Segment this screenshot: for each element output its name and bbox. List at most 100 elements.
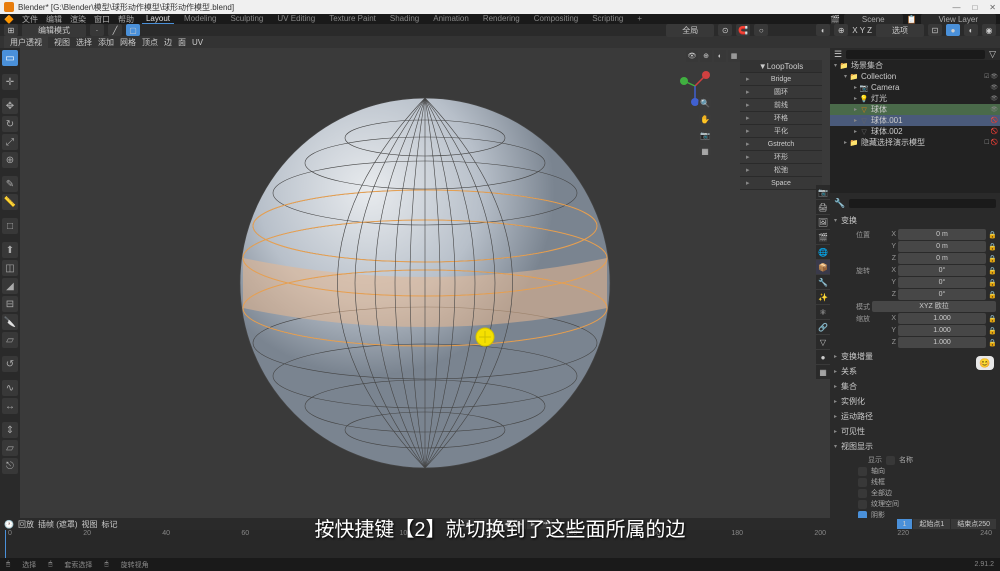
proptab-particles[interactable]: ✨ (816, 290, 830, 304)
minimize-button[interactable]: — (952, 3, 960, 12)
tab-sculpting[interactable]: Sculpting (226, 14, 267, 24)
scene-icon[interactable]: 🎬 (830, 15, 840, 24)
tool-smooth[interactable]: ∿ (2, 380, 18, 396)
tl-current-frame[interactable]: 1 (897, 519, 913, 529)
viewport-display-header[interactable]: 视图显示 (841, 441, 873, 452)
tool-cursor[interactable]: ✛ (2, 74, 18, 90)
menu-render[interactable]: 渲染 (70, 14, 86, 25)
props-search[interactable] (849, 199, 996, 208)
rot-y-field[interactable]: 0° (898, 277, 986, 288)
emoji-widget[interactable]: 😊 (976, 356, 994, 370)
maximize-button[interactable]: □ (972, 3, 977, 12)
overlays-toggle[interactable]: ◐ (816, 24, 830, 36)
check-texspace[interactable] (858, 500, 867, 509)
tool-annotate[interactable]: ✎ (2, 176, 18, 192)
vertex-mode-button[interactable]: · (90, 24, 104, 36)
tool-rotate[interactable]: ↻ (2, 116, 18, 132)
tl-keying[interactable]: 插帧 (遮罩) (38, 519, 78, 530)
tl-end-frame[interactable]: 结束点 250 (951, 519, 996, 529)
pos-y-field[interactable]: 0 m (898, 241, 986, 252)
pan-button[interactable]: ✋ (698, 112, 712, 126)
tool-shrink[interactable]: ⇕ (2, 422, 18, 438)
outliner-hidden-coll[interactable]: 隐藏选择演示模型 (861, 137, 925, 148)
outliner-sphere[interactable]: 球体 (871, 104, 887, 115)
delta-header[interactable]: 变换增量 (841, 351, 873, 362)
menu-vertex[interactable]: 顶点 (142, 37, 158, 48)
tool-shear[interactable]: ▱ (2, 440, 18, 456)
perspective-button[interactable]: ▦ (698, 144, 712, 158)
proptab-texture[interactable]: ▦ (816, 365, 830, 379)
tool-rip[interactable]: ⎋ (2, 458, 18, 474)
options-dropdown[interactable]: 选项 (876, 24, 924, 37)
check-alledges[interactable] (858, 489, 867, 498)
menu-file[interactable]: 文件 (22, 14, 38, 25)
relations-header[interactable]: 关系 (841, 366, 857, 377)
tab-shading[interactable]: Shading (386, 14, 423, 24)
visibility-header[interactable]: 可见性 (841, 426, 865, 437)
outliner-camera[interactable]: Camera (871, 83, 899, 92)
looptools-loft[interactable]: ▸环格 (740, 112, 822, 124)
zoom-button[interactable]: 🔍 (698, 96, 712, 110)
tool-inset[interactable]: ◫ (2, 260, 18, 276)
tab-texture[interactable]: Texture Paint (325, 14, 380, 24)
menu-mesh[interactable]: 网格 (120, 37, 136, 48)
tool-scale[interactable]: ⤢ (2, 134, 18, 150)
check-shadow[interactable] (858, 511, 867, 519)
snap-icon[interactable]: 🧲 (736, 24, 750, 36)
proptab-modifiers[interactable]: 🔧 (816, 275, 830, 289)
tool-extrude[interactable]: ⬆ (2, 242, 18, 258)
tool-transform[interactable]: ⊕ (2, 152, 18, 168)
view-overlays-toggle[interactable]: ◐ (714, 50, 726, 62)
orientation-selector[interactable]: 全局 (666, 24, 714, 37)
npanel-title[interactable]: LoopTools (767, 62, 803, 71)
editor-type-icon[interactable]: ⊞ (4, 24, 18, 36)
proptab-render[interactable]: 📷 (816, 185, 830, 199)
rot-x-field[interactable]: 0° (898, 265, 986, 276)
outliner-lamp[interactable]: 灯光 (871, 93, 887, 104)
tool-select-box[interactable]: ▭ (2, 50, 18, 66)
proptab-viewlayer[interactable]: 🖼 (816, 215, 830, 229)
looptools-gstretch[interactable]: ▸Gstretch (740, 138, 822, 150)
tl-marker[interactable]: 标记 (102, 519, 118, 530)
looptools-bridge[interactable]: ▸Bridge (740, 73, 822, 85)
looptools-curve[interactable]: ▸前线 (740, 99, 822, 111)
pos-z-field[interactable]: 0 m (898, 253, 986, 264)
view-object-types[interactable]: 👁 (686, 50, 698, 62)
scale-y-field[interactable]: 1.000 (898, 325, 986, 336)
looptools-loop[interactable]: ▸环形 (740, 151, 822, 163)
view-gizmo-toggle[interactable]: ⊕ (700, 50, 712, 62)
collections-header[interactable]: 集合 (841, 381, 857, 392)
menu-help[interactable]: 帮助 (118, 14, 134, 25)
scene-selector[interactable]: Scene (844, 14, 903, 25)
viewlayer-icon[interactable]: 📋 (907, 15, 917, 24)
outliner-filter-icon[interactable]: ▽ (989, 49, 996, 60)
outliner-sphere002[interactable]: 球体.002 (871, 126, 903, 137)
looptools-flatten[interactable]: ▸平化 (740, 125, 822, 137)
outliner-search[interactable] (846, 50, 985, 59)
tab-animation[interactable]: Animation (429, 14, 473, 24)
menu-edit[interactable]: 编辑 (46, 14, 62, 25)
props-type-icon[interactable]: 🔧 (834, 198, 845, 209)
check-name[interactable] (886, 456, 895, 465)
outliner-scene-collection[interactable]: 场景集合 (851, 60, 883, 71)
instancing-header[interactable]: 实例化 (841, 396, 865, 407)
rot-z-field[interactable]: 0° (898, 289, 986, 300)
menu-select[interactable]: 选择 (76, 37, 92, 48)
proportional-icon[interactable]: ○ (754, 24, 768, 36)
looptools-space[interactable]: ▸Space (740, 177, 822, 189)
tool-move[interactable]: ✥ (2, 98, 18, 114)
viewport-3d[interactable]: 👁 ⊕ ◐ ▦ 🔍 ✋ 📷 ▦ ▼LoopTools ▸Bridge ▸ (20, 48, 830, 518)
tool-spin[interactable]: ↺ (2, 356, 18, 372)
view-xray-toggle[interactable]: ▦ (728, 50, 740, 62)
gizmo-toggle[interactable]: ⊕ (834, 24, 848, 36)
close-button[interactable]: ✕ (989, 3, 996, 12)
tool-polybuild[interactable]: ▱ (2, 332, 18, 348)
tab-rendering[interactable]: Rendering (479, 14, 524, 24)
menu-uv[interactable]: UV (192, 38, 203, 47)
shading-wireframe[interactable]: ⊡ (928, 24, 942, 36)
tab-compositing[interactable]: Compositing (530, 14, 582, 24)
tab-scripting[interactable]: Scripting (588, 14, 627, 24)
proptab-object[interactable]: 📦 (816, 260, 830, 274)
check-wire[interactable] (858, 478, 867, 487)
shading-solid[interactable]: ● (946, 24, 960, 36)
